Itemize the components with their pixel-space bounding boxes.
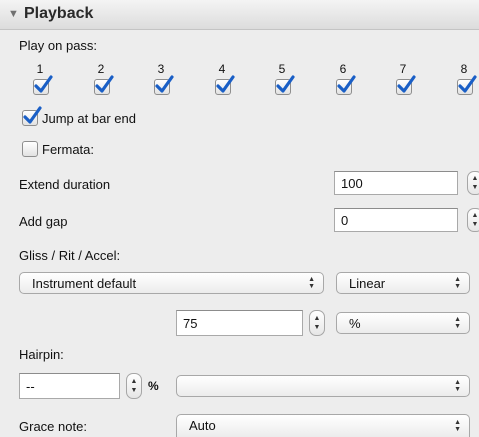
checkmark-icon: [23, 106, 42, 124]
checkmark-icon: [458, 75, 477, 93]
pass-6-checkbox[interactable]: [336, 75, 356, 95]
extend-duration-stepper[interactable]: ▲ ▼: [467, 171, 479, 195]
checkmark-icon: [397, 75, 416, 93]
jump-at-bar-end-checkbox[interactable]: [22, 106, 42, 126]
hairpin-field[interactable]: --: [19, 373, 120, 399]
pass-4-checkbox[interactable]: [215, 75, 235, 95]
pass-number-5: 5: [278, 62, 286, 76]
gliss-label: Gliss / Rit / Accel:: [19, 248, 121, 263]
gliss-unit-value: %: [349, 316, 361, 331]
add-gap-field[interactable]: 0: [334, 208, 458, 232]
fermata-checkbox[interactable]: [22, 141, 38, 157]
popup-arrows-icon: ▲ ▼: [308, 276, 315, 290]
jump-at-bar-end-label: Jump at bar end: [42, 111, 136, 126]
pass-number-2: 2: [97, 62, 105, 76]
pass-8-checkbox[interactable]: [457, 75, 477, 95]
gliss-curve-popup[interactable]: Linear ▲ ▼: [336, 272, 470, 294]
popup-arrows-icon: ▲ ▼: [454, 379, 461, 393]
popup-arrows-icon: ▲ ▼: [454, 419, 461, 433]
pass-number-6: 6: [339, 62, 347, 76]
add-gap-label: Add gap: [19, 214, 68, 229]
panel-title: Playback: [24, 5, 94, 22]
hairpin-unit-label: %: [148, 379, 159, 393]
extend-duration-stepper-clip: ▲ ▼: [466, 168, 479, 198]
popup-arrows-icon: ▲ ▼: [454, 316, 461, 330]
pass-5-checkbox[interactable]: [275, 75, 295, 95]
grace-note-value: Auto: [189, 418, 216, 433]
gliss-style-value: Instrument default: [32, 276, 137, 291]
pass-2-checkbox[interactable]: [94, 75, 114, 95]
checkmark-icon: [337, 75, 356, 93]
grace-note-popup[interactable]: Auto ▲ ▼: [176, 414, 470, 437]
add-gap-stepper[interactable]: ▲ ▼: [467, 208, 479, 232]
gliss-curve-value: Linear: [349, 276, 386, 291]
checkmark-icon: [34, 75, 53, 93]
disclosure-triangle-icon[interactable]: ▼: [8, 8, 19, 20]
pass-7-checkbox[interactable]: [396, 75, 416, 95]
gliss-unit-popup[interactable]: % ▲ ▼: [336, 312, 470, 334]
pass-1-checkbox[interactable]: [33, 75, 53, 95]
add-gap-stepper-clip: ▲ ▼: [466, 205, 479, 235]
checkmark-icon: [155, 75, 174, 93]
pass-number-1: 1: [36, 62, 44, 76]
grace-note-label: Grace note:: [19, 419, 87, 434]
playback-panel-header[interactable]: ▼ Playback: [0, 0, 479, 30]
pass-number-3: 3: [157, 62, 165, 76]
hairpin-label: Hairpin:: [19, 347, 64, 362]
checkmark-icon: [95, 75, 114, 93]
gliss-style-popup[interactable]: Instrument default ▲ ▼: [19, 272, 324, 294]
pass-number-7: 7: [399, 62, 407, 76]
hairpin-stepper[interactable]: ▲ ▼: [126, 373, 142, 399]
pass-number-8: 8: [460, 62, 468, 76]
play-on-pass-label: Play on pass:: [19, 38, 98, 53]
fermata-label: Fermata:: [42, 142, 95, 157]
popup-arrows-icon: ▲ ▼: [454, 276, 461, 290]
extend-duration-field[interactable]: 100: [334, 171, 458, 195]
pass-number-4: 4: [218, 62, 226, 76]
checkmark-icon: [276, 75, 295, 93]
hairpin-mode-popup[interactable]: ▲ ▼: [176, 375, 470, 397]
pass-3-checkbox[interactable]: [154, 75, 174, 95]
checkmark-icon: [216, 75, 235, 93]
gliss-amount-stepper[interactable]: ▲ ▼: [309, 310, 325, 336]
extend-duration-label: Extend duration: [19, 177, 111, 192]
gliss-amount-field[interactable]: 75: [176, 310, 303, 336]
